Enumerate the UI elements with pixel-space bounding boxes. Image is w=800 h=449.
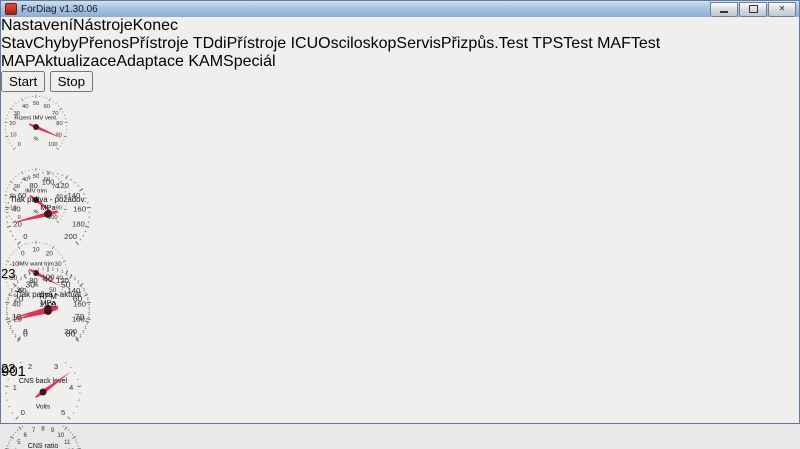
svg-text:90: 90	[55, 132, 61, 138]
svg-text:%: %	[34, 137, 39, 143]
desktop: ForDiag v1.30.06 ✕ NastaveníNástrojeKone…	[0, 0, 800, 449]
svg-text:40: 40	[43, 274, 53, 284]
menu-item-n-stroje[interactable]: Nástroje	[73, 17, 133, 34]
svg-text:180: 180	[72, 220, 85, 229]
svg-text:4: 4	[69, 383, 74, 392]
tab-test-tps[interactable]: Test TPS	[499, 35, 564, 52]
svg-text:7: 7	[32, 427, 36, 434]
tab-aktualizace[interactable]: Aktualizace	[34, 53, 116, 70]
svg-text:11: 11	[64, 439, 71, 446]
svg-text:200: 200	[64, 232, 77, 241]
tab-stav[interactable]: Stav	[1, 35, 33, 52]
svg-text:3: 3	[54, 362, 58, 371]
gauge-tlak-paliva-po-adov: 020406080100120140160180200Tlak paliva -…	[1, 167, 101, 262]
svg-text:5: 5	[17, 439, 21, 446]
svg-text:80: 80	[56, 121, 62, 127]
panel-imv: 0102030405060708090100Řízení IMV vent.%0…	[1, 92, 204, 167]
svg-text:0: 0	[18, 142, 21, 148]
svg-text:6: 6	[23, 432, 27, 439]
panel-fuel: 020406080100120140160180200Tlak paliva -…	[1, 167, 206, 264]
tab-page-pristroje-icu: Start Stop 0102030405060708090100Řízení …	[1, 71, 799, 449]
gauge-zen-imv-vent: 0102030405060708090100Řízení IMV vent.%	[1, 92, 67, 165]
svg-text:160: 160	[73, 205, 86, 214]
svg-text:2: 2	[28, 362, 32, 371]
svg-text:5: 5	[61, 408, 65, 417]
tab-osciloskop[interactable]: Osciloskop	[318, 35, 396, 52]
tab-p-izp-s[interactable]: Přizpůs.	[441, 35, 499, 52]
tab-servis[interactable]: Servis	[396, 35, 440, 52]
svg-text:20: 20	[14, 294, 24, 304]
svg-text:0: 0	[21, 408, 25, 417]
gauge-cns-back-level: 012345CNS back levelVolts	[1, 361, 87, 426]
svg-text:80: 80	[66, 329, 76, 339]
close-button[interactable]: ✕	[768, 2, 796, 17]
panel-rpm: 01020304050607080RPMx100901	[1, 264, 100, 361]
svg-text:100: 100	[42, 178, 55, 187]
tab-p-enos[interactable]: Přenos	[78, 35, 129, 52]
window-title: ForDiag v1.30.06	[21, 4, 98, 15]
svg-text:50: 50	[33, 101, 39, 107]
svg-text:CNS ratio: CNS ratio	[28, 443, 59, 449]
tab-bar: StavChybyPřenosPřístroje TDdiPřístroje I…	[1, 35, 799, 71]
minimize-button[interactable]	[710, 2, 738, 17]
gauge-rpm: 01020304050607080RPMx100901	[1, 264, 98, 359]
tab-p-stroje-icu[interactable]: Přístroje ICU	[227, 35, 319, 52]
svg-text:0: 0	[23, 232, 27, 241]
svg-text:8: 8	[41, 426, 45, 433]
svg-text:10: 10	[10, 132, 16, 138]
svg-text:60: 60	[44, 104, 50, 110]
fordiag-window: ForDiag v1.30.06 ✕ NastaveníNástrojeKone…	[0, 0, 800, 424]
title-bar[interactable]: ForDiag v1.30.06 ✕	[1, 1, 799, 17]
menu-item-konec[interactable]: Konec	[133, 17, 178, 34]
svg-text:30: 30	[25, 279, 35, 289]
app-icon	[5, 3, 17, 15]
menu-item-nastaven[interactable]: Nastavení	[1, 17, 73, 34]
svg-text:50: 50	[61, 279, 71, 289]
svg-text:120: 120	[56, 181, 69, 190]
tab-p-stroje-tddi[interactable]: Přístroje TDdi	[129, 35, 227, 52]
panel-cns: 012345CNS back levelVolts123456789101112…	[1, 361, 89, 449]
svg-text:80: 80	[29, 181, 38, 190]
tab-speci-l[interactable]: Speciál	[223, 53, 275, 70]
svg-text:40: 40	[22, 104, 28, 110]
gauge-cns-ratio-cylinder-1: 123456789101112131415CNS ratiocylinder 1	[1, 426, 87, 449]
svg-text:60: 60	[73, 294, 83, 304]
window-controls: ✕	[710, 2, 796, 17]
svg-text:20: 20	[9, 121, 15, 127]
stop-button[interactable]: Stop	[50, 71, 93, 92]
svg-text:9: 9	[51, 427, 55, 434]
svg-text:70: 70	[75, 312, 85, 322]
svg-text:40: 40	[12, 205, 21, 214]
menu-bar: NastaveníNástrojeKonec	[1, 17, 799, 35]
svg-text:Volts: Volts	[36, 403, 51, 410]
svg-text:10: 10	[12, 312, 22, 322]
tab-chyby[interactable]: Chyby	[33, 35, 78, 52]
svg-text:100: 100	[48, 142, 58, 148]
start-button[interactable]: Start	[1, 71, 45, 92]
tab-adaptace-kam[interactable]: Adaptace KAM	[116, 53, 223, 70]
svg-text:10: 10	[57, 432, 64, 439]
svg-text:0: 0	[23, 329, 28, 339]
tab-test-maf[interactable]: Test MAF	[563, 35, 631, 52]
svg-text:1: 1	[13, 383, 17, 392]
maximize-button[interactable]	[739, 2, 767, 17]
